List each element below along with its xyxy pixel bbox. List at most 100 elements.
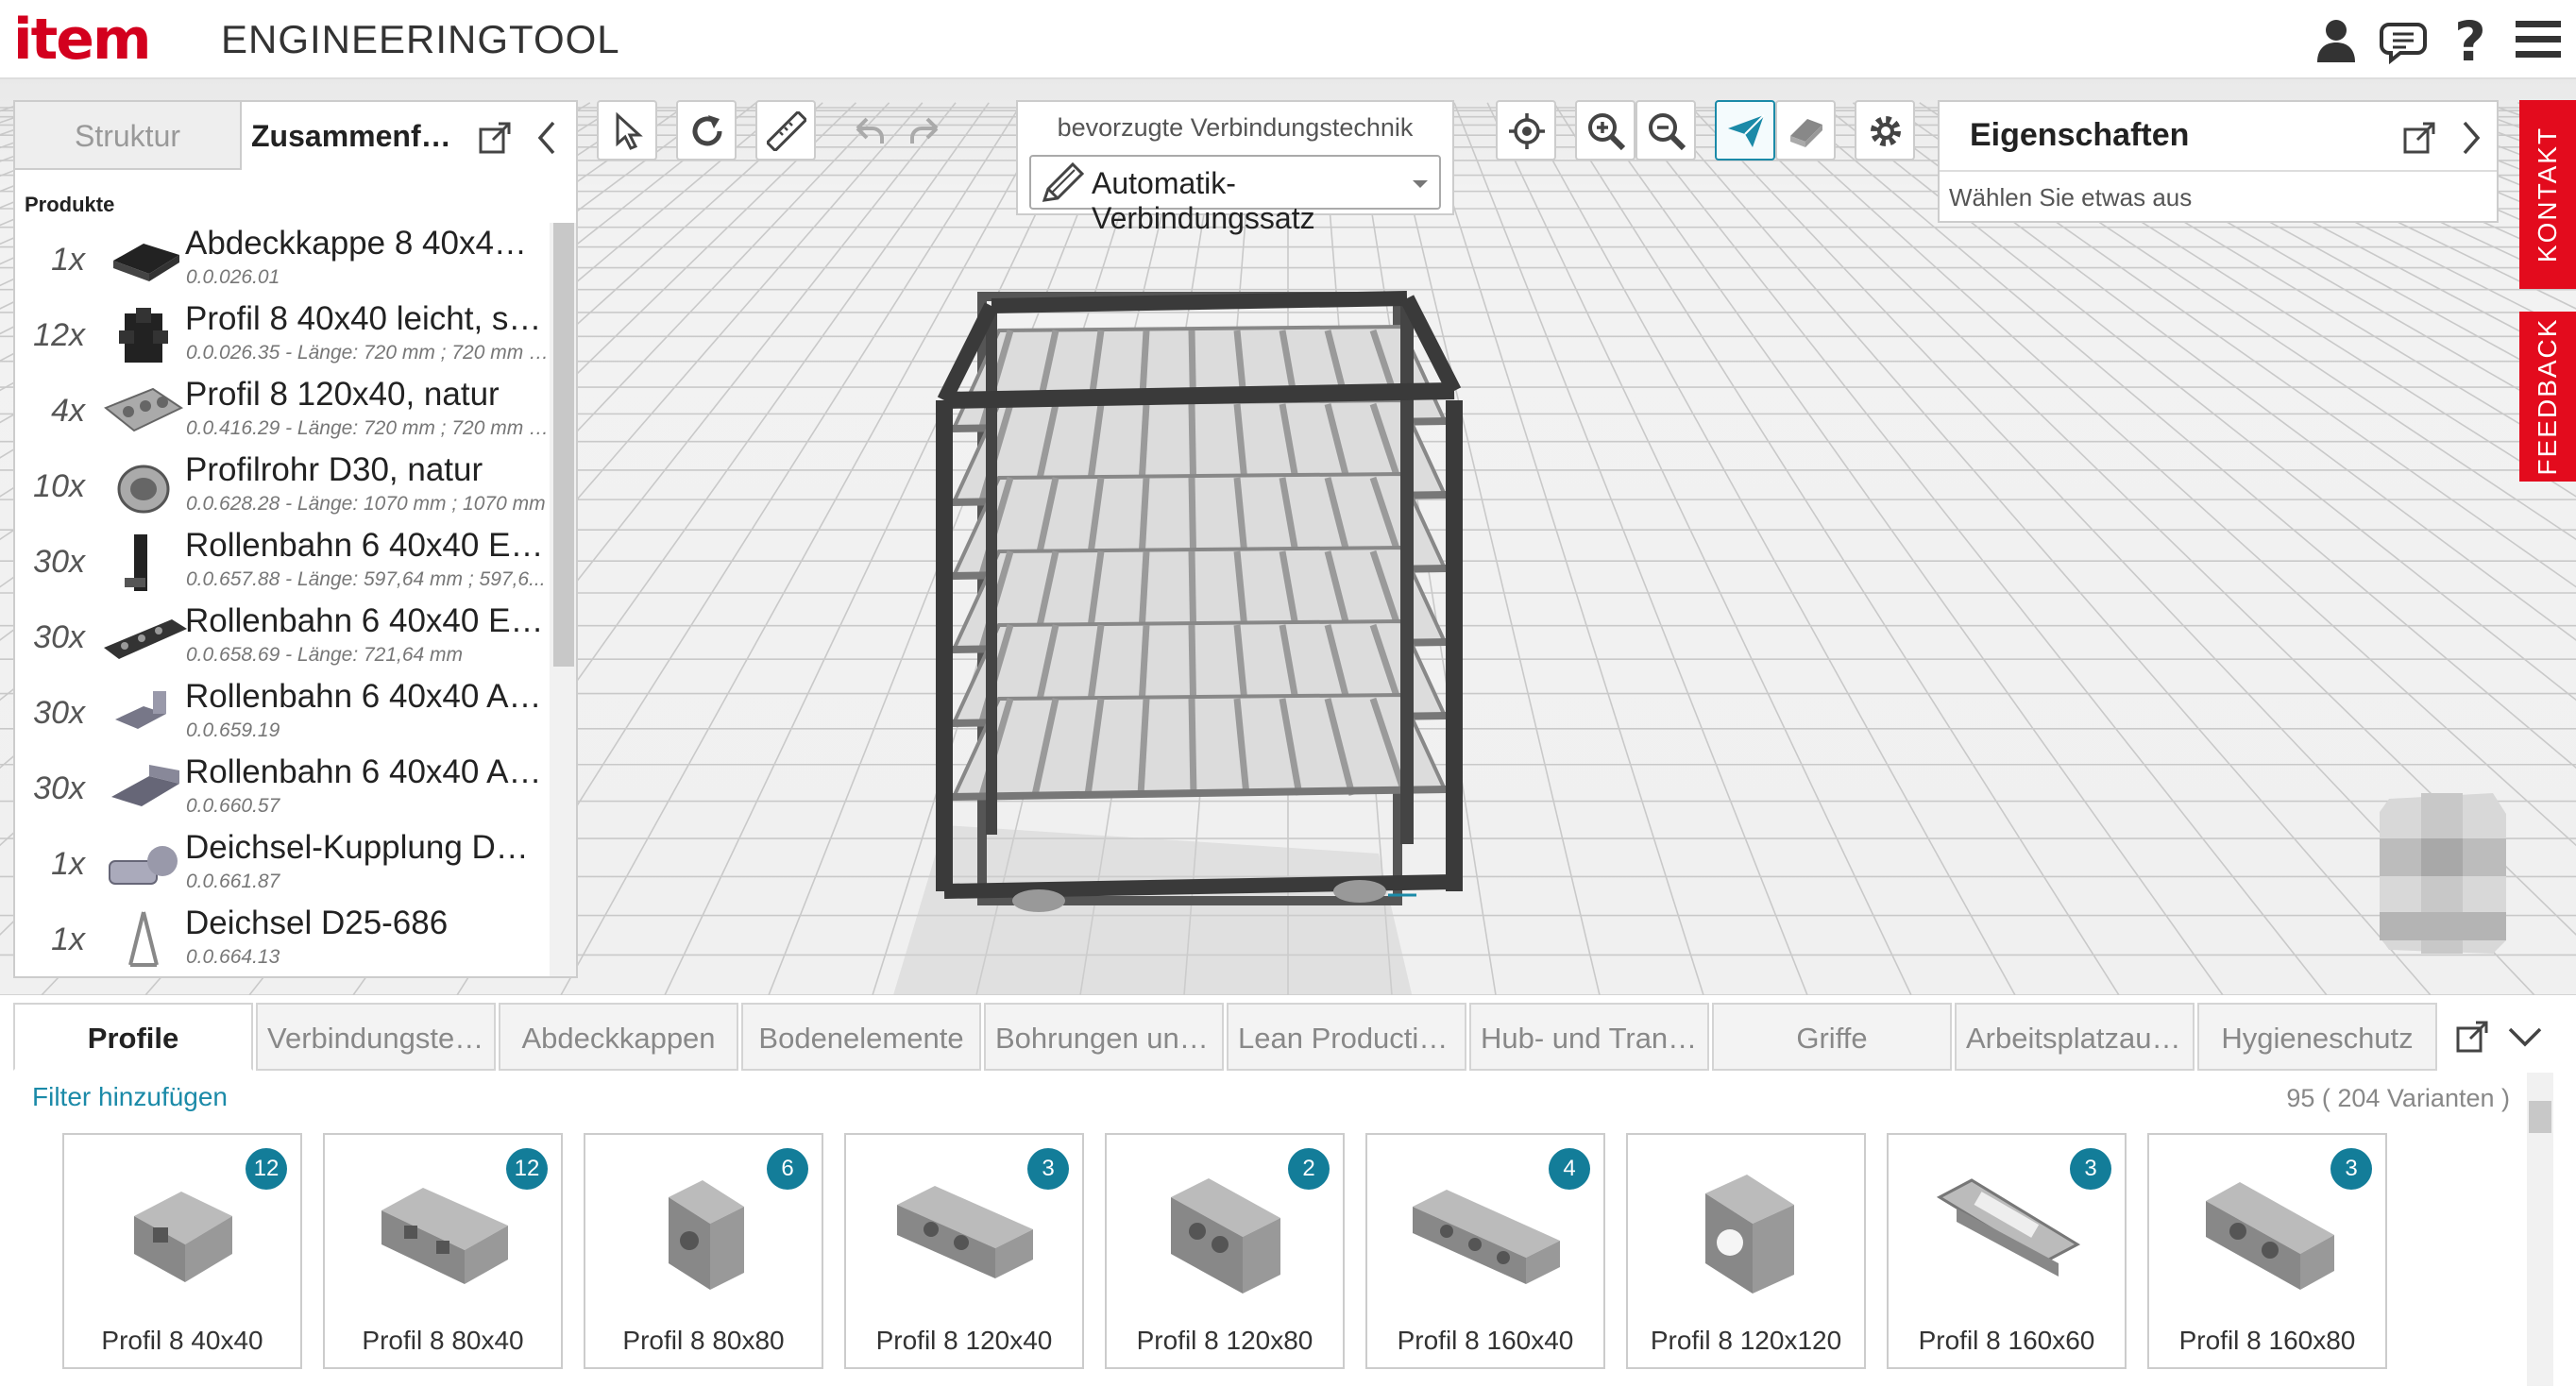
product-row[interactable]: 30x Rollenbahn 6 40x40 Al A... 0.0.659.19 <box>15 676 550 752</box>
catalog-tab[interactable]: Bohrungen und ... <box>984 1003 1224 1071</box>
product-row[interactable]: 30x Rollenbahn 6 40x40 E Fü... 0.0.657.88 … <box>15 525 550 600</box>
product-name: Deichsel D25-686 <box>185 905 449 941</box>
app-title: ENGINEERINGTOOL <box>221 17 620 61</box>
product-list-scrollbar[interactable] <box>550 223 576 976</box>
connection-technique-select[interactable]: Automatik-Verbindungssatz <box>1029 155 1441 235</box>
rotate-icon <box>692 115 722 146</box>
profile-card[interactable]: 3 Profil 8 120x40 <box>844 1133 1084 1369</box>
product-name: Rollenbahn 6 40x40 E D30 <box>185 602 544 639</box>
profile-card[interactable]: 3 Profil 8 160x60 <box>1887 1133 2127 1369</box>
profile-card-label: Profil 8 80x80 <box>622 1326 785 1355</box>
product-name: Profilrohr D30, natur <box>185 451 483 488</box>
profile-card[interactable]: 4 Profil 8 160x40 <box>1365 1133 1605 1369</box>
connection-technique-panel: bevorzugte Verbindungstechnik Automatik-… <box>1016 100 1454 235</box>
chevron-left-icon[interactable] <box>531 119 563 157</box>
product-row[interactable]: 30x Rollenbahn 6 40x40 E D30 0.0.658.69 - … <box>15 600 550 676</box>
profile-card[interactable]: 12 Profil 8 40x40 <box>62 1133 302 1369</box>
profile-card[interactable]: Profil 8 120x120 <box>1626 1133 1866 1369</box>
connection-technique-title: bevorzugte Verbindungstechnik <box>1057 113 1414 142</box>
catalog-tab[interactable]: Profile <box>13 1003 253 1071</box>
rack-3d-model[interactable] <box>888 291 1463 995</box>
select-tool-button[interactable] <box>597 100 657 161</box>
catalog-tab[interactable]: Arbeitsplatzaus... <box>1955 1003 2195 1071</box>
catalog-tab[interactable]: Bodenelemente <box>741 1003 981 1071</box>
profile-card[interactable]: 12 Profil 8 80x40 <box>323 1133 563 1369</box>
profile-thumbnail <box>669 1180 744 1290</box>
scrollbar-thumb[interactable] <box>2529 1101 2551 1133</box>
catalog-tab[interactable]: Hygieneschutz <box>2197 1003 2437 1071</box>
catalog-panel: Profile Verbindungstec... Abdeckkappen Bode… <box>0 995 2576 1387</box>
product-row[interactable]: 4x Profil 8 120x40, natur 0.0.416.29 - Län… <box>15 374 550 449</box>
catalog-tab[interactable]: Lean Production... <box>1227 1003 1466 1071</box>
product-thumbnail <box>128 911 159 967</box>
product-article-number: 0.0.416.29 - Länge: 720 mm ; 720 mm ;... <box>186 417 550 439</box>
user-icon[interactable] <box>2310 13 2363 66</box>
product-article-number: 0.0.026.01 <box>186 266 280 288</box>
product-row[interactable]: 30x Rollenbahn 6 40x40 Al A... 0.0.660.57 <box>15 752 550 827</box>
variant-badge: 12 <box>246 1148 287 1190</box>
zoom-in-button[interactable] <box>1575 100 1635 161</box>
measure-icon <box>767 111 806 151</box>
popout-icon[interactable] <box>2455 1020 2491 1054</box>
product-article-number: 0.0.664.13 <box>186 946 280 968</box>
chevron-down-icon[interactable] <box>2506 1022 2544 1050</box>
eraser-icon <box>1790 119 1822 147</box>
product-row[interactable]: 12x Profil 8 40x40 leicht, sch... 0.0.026.… <box>15 298 550 374</box>
product-quantity: 1x <box>51 242 85 278</box>
profile-card[interactable]: 6 Profil 8 80x80 <box>584 1133 823 1369</box>
chevron-right-icon[interactable] <box>2457 119 2485 157</box>
catalog-tabs: Profile Verbindungstec... Abdeckkappen Bode… <box>13 1003 2468 1073</box>
scrollbar-thumb[interactable] <box>553 223 574 667</box>
settings-button[interactable] <box>1855 100 1915 161</box>
feedback-side-tab[interactable]: FEEDBACK <box>2519 312 2576 482</box>
zoom-out-button[interactable] <box>1635 100 1696 161</box>
item-logo[interactable]: item <box>13 4 151 76</box>
catalog-tab[interactable]: Hub- und Trans... <box>1469 1003 1709 1071</box>
catalog-scrollbar[interactable] <box>2527 1073 2553 1386</box>
catalog-tab[interactable]: Griffe <box>1712 1003 1952 1071</box>
profile-thumbnail <box>1413 1190 1560 1284</box>
product-row[interactable]: 1x Deichsel D25-686 0.0.664.13 <box>15 903 550 973</box>
product-quantity: 30x <box>33 619 85 655</box>
popout-icon[interactable] <box>478 121 512 155</box>
popout-icon[interactable] <box>2402 121 2436 155</box>
profile-card[interactable]: 3 Profil 8 160x80 <box>2147 1133 2387 1369</box>
catalog-tab[interactable]: Abdeckkappen <box>499 1003 738 1071</box>
profile-card-label: Profil 8 80x40 <box>362 1326 524 1355</box>
profile-card-label: Profil 8 160x80 <box>2178 1326 2356 1355</box>
product-row[interactable]: 10x Profilrohr D30, natur 0.0.628.28 - Län… <box>15 449 550 525</box>
product-thumbnail <box>109 846 178 885</box>
profile-card-label: Profil 8 120x80 <box>1136 1326 1313 1355</box>
product-row[interactable]: 1x Deichsel-Kupplung D25-... 0.0.661.87 <box>15 827 550 903</box>
locate-button[interactable] <box>1496 100 1556 161</box>
app-header: item ENGINEERINGTOOL ? <box>0 0 2576 79</box>
catalog-tab[interactable]: Verbindungstec... <box>256 1003 496 1071</box>
product-article-number: 0.0.657.88 - Länge: 597,64 mm ; 597,6... <box>186 568 546 590</box>
properties-panel: Eigenschaften Wählen Sie etwas aus <box>1938 100 2499 223</box>
locate-icon <box>1509 113 1545 149</box>
gear-icon <box>1871 116 1901 146</box>
summary-panel: Struktur Zusammenfa... Produkte 1x Abdeck… <box>13 100 578 978</box>
engineering-tool-app: item ENGINEERINGTOOL ? Struktur Zusammen… <box>0 0 2576 1387</box>
send-button[interactable] <box>1715 100 1775 161</box>
product-thumbnail <box>113 244 179 281</box>
redo-button[interactable] <box>899 100 956 161</box>
undo-button[interactable] <box>839 100 895 161</box>
rotate-tool-button[interactable] <box>676 100 737 161</box>
properties-title: Eigenschaften <box>1970 117 2190 153</box>
measure-tool-button[interactable] <box>755 100 816 161</box>
tab-zusammenfassung[interactable]: Zusammenfa... <box>242 102 468 170</box>
add-filter-link[interactable]: Filter hinzufügen <box>32 1082 228 1112</box>
view-cube[interactable] <box>2376 780 2508 956</box>
tab-struktur[interactable]: Struktur <box>15 102 242 170</box>
eraser-button[interactable] <box>1775 100 1836 161</box>
contact-side-tab[interactable]: KONTAKT <box>2519 100 2576 289</box>
help-icon[interactable]: ? <box>2444 9 2497 74</box>
language-icon[interactable] <box>2376 13 2429 66</box>
variant-count: 95 ( 204 Varianten ) <box>2286 1084 2510 1112</box>
dropdown-arrow-icon <box>1413 180 1428 188</box>
profile-card[interactable]: 2 Profil 8 120x80 <box>1105 1133 1345 1369</box>
profile-card-label: Profil 8 120x120 <box>1650 1326 1842 1355</box>
menu-icon[interactable] <box>2512 13 2565 66</box>
product-row[interactable]: 1x Abdeckkappe 8 40x40, s... 0.0.026.01 <box>15 223 550 298</box>
